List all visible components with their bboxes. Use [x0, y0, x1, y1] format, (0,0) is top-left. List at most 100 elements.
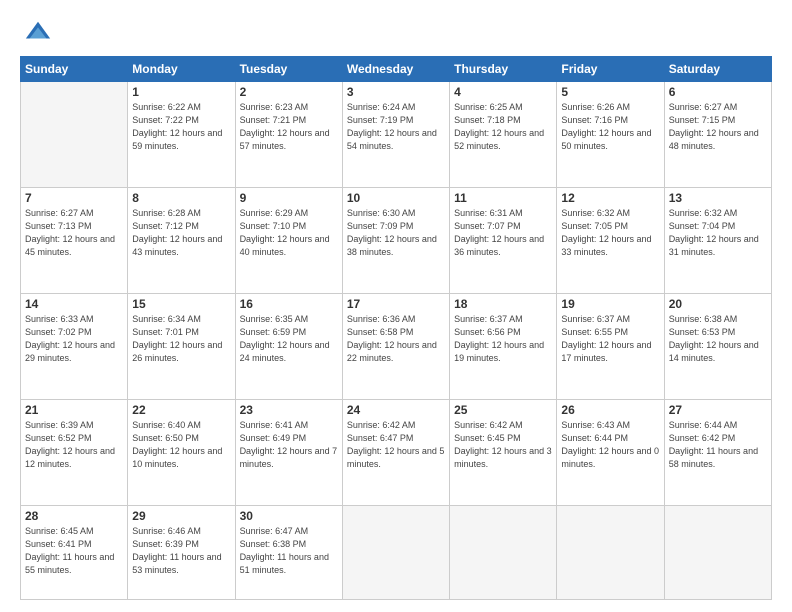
day-header-thursday: Thursday	[450, 57, 557, 82]
logo-icon	[24, 18, 52, 46]
day-number: 10	[347, 191, 445, 205]
calendar-cell: 12 Sunrise: 6:32 AM Sunset: 7:05 PM Dayli…	[557, 188, 664, 294]
day-number: 15	[132, 297, 230, 311]
day-number: 27	[669, 403, 767, 417]
day-number: 22	[132, 403, 230, 417]
day-info: Sunrise: 6:40 AM Sunset: 6:50 PM Dayligh…	[132, 419, 230, 471]
calendar-cell: 9 Sunrise: 6:29 AM Sunset: 7:10 PM Daylig…	[235, 188, 342, 294]
day-info: Sunrise: 6:45 AM Sunset: 6:41 PM Dayligh…	[25, 525, 123, 577]
day-number: 13	[669, 191, 767, 205]
calendar-cell: 10 Sunrise: 6:30 AM Sunset: 7:09 PM Dayli…	[342, 188, 449, 294]
day-header-monday: Monday	[128, 57, 235, 82]
calendar-cell: 26 Sunrise: 6:43 AM Sunset: 6:44 PM Dayli…	[557, 400, 664, 506]
day-info: Sunrise: 6:47 AM Sunset: 6:38 PM Dayligh…	[240, 525, 338, 577]
day-header-saturday: Saturday	[664, 57, 771, 82]
day-info: Sunrise: 6:36 AM Sunset: 6:58 PM Dayligh…	[347, 313, 445, 365]
day-number: 7	[25, 191, 123, 205]
day-number: 28	[25, 509, 123, 523]
day-number: 30	[240, 509, 338, 523]
day-info: Sunrise: 6:23 AM Sunset: 7:21 PM Dayligh…	[240, 101, 338, 153]
day-info: Sunrise: 6:42 AM Sunset: 6:45 PM Dayligh…	[454, 419, 552, 471]
calendar-cell	[450, 506, 557, 600]
day-number: 6	[669, 85, 767, 99]
day-number: 5	[561, 85, 659, 99]
calendar-cell: 19Sunrise: 6:37 AM Sunset: 6:55 PM Dayli…	[557, 294, 664, 400]
day-info: Sunrise: 6:38 AM Sunset: 6:53 PM Dayligh…	[669, 313, 767, 365]
day-info: Sunrise: 6:43 AM Sunset: 6:44 PM Dayligh…	[561, 419, 659, 471]
day-info: Sunrise: 6:28 AM Sunset: 7:12 PM Dayligh…	[132, 207, 230, 259]
day-number: 16	[240, 297, 338, 311]
day-info: Sunrise: 6:46 AM Sunset: 6:39 PM Dayligh…	[132, 525, 230, 577]
calendar-cell: 8 Sunrise: 6:28 AM Sunset: 7:12 PM Daylig…	[128, 188, 235, 294]
day-header-sunday: Sunday	[21, 57, 128, 82]
calendar-cell: 13 Sunrise: 6:32 AM Sunset: 7:04 PM Dayli…	[664, 188, 771, 294]
day-info: Sunrise: 6:32 AM Sunset: 7:05 PM Dayligh…	[561, 207, 659, 259]
day-number: 29	[132, 509, 230, 523]
day-info: Sunrise: 6:24 AM Sunset: 7:19 PM Dayligh…	[347, 101, 445, 153]
day-number: 3	[347, 85, 445, 99]
page: SundayMondayTuesdayWednesdayThursdayFrid…	[0, 0, 792, 612]
day-number: 12	[561, 191, 659, 205]
calendar-cell: 16 Sunrise: 6:35 AM Sunset: 6:59 PM Dayli…	[235, 294, 342, 400]
day-number: 26	[561, 403, 659, 417]
calendar-cell: 14 Sunrise: 6:33 AM Sunset: 7:02 PM Dayli…	[21, 294, 128, 400]
calendar-cell: 2 Sunrise: 6:23 AM Sunset: 7:21 PM Daylig…	[235, 82, 342, 188]
day-number: 19	[561, 297, 659, 311]
day-number: 23	[240, 403, 338, 417]
calendar-cell: 24 Sunrise: 6:42 AM Sunset: 6:47 PM Dayli…	[342, 400, 449, 506]
day-info: Sunrise: 6:44 AM Sunset: 6:42 PM Dayligh…	[669, 419, 767, 471]
calendar-cell: 30 Sunrise: 6:47 AM Sunset: 6:38 PM Dayli…	[235, 506, 342, 600]
day-info: Sunrise: 6:26 AM Sunset: 7:16 PM Dayligh…	[561, 101, 659, 153]
day-info: Sunrise: 6:33 AM Sunset: 7:02 PM Dayligh…	[25, 313, 123, 365]
calendar-cell	[21, 82, 128, 188]
day-info: Sunrise: 6:31 AM Sunset: 7:07 PM Dayligh…	[454, 207, 552, 259]
calendar-cell: 28 Sunrise: 6:45 AM Sunset: 6:41 PM Dayli…	[21, 506, 128, 600]
calendar-cell: 15 Sunrise: 6:34 AM Sunset: 7:01 PM Dayli…	[128, 294, 235, 400]
calendar-cell: 4 Sunrise: 6:25 AM Sunset: 7:18 PM Daylig…	[450, 82, 557, 188]
day-number: 9	[240, 191, 338, 205]
logo	[20, 18, 52, 46]
day-info: Sunrise: 6:25 AM Sunset: 7:18 PM Dayligh…	[454, 101, 552, 153]
calendar-cell	[342, 506, 449, 600]
day-number: 14	[25, 297, 123, 311]
day-info: Sunrise: 6:42 AM Sunset: 6:47 PM Dayligh…	[347, 419, 445, 471]
day-info: Sunrise: 6:27 AM Sunset: 7:15 PM Dayligh…	[669, 101, 767, 153]
day-number: 18	[454, 297, 552, 311]
day-info: Sunrise: 6:30 AM Sunset: 7:09 PM Dayligh…	[347, 207, 445, 259]
calendar-cell: 5 Sunrise: 6:26 AM Sunset: 7:16 PM Daylig…	[557, 82, 664, 188]
day-info: Sunrise: 6:29 AM Sunset: 7:10 PM Dayligh…	[240, 207, 338, 259]
day-number: 4	[454, 85, 552, 99]
calendar-cell: 7 Sunrise: 6:27 AM Sunset: 7:13 PM Daylig…	[21, 188, 128, 294]
day-number: 2	[240, 85, 338, 99]
calendar-cell: 20Sunrise: 6:38 AM Sunset: 6:53 PM Dayli…	[664, 294, 771, 400]
day-number: 17	[347, 297, 445, 311]
day-number: 8	[132, 191, 230, 205]
calendar-cell: 29 Sunrise: 6:46 AM Sunset: 6:39 PM Dayli…	[128, 506, 235, 600]
calendar-cell	[557, 506, 664, 600]
calendar-cell: 6 Sunrise: 6:27 AM Sunset: 7:15 PM Daylig…	[664, 82, 771, 188]
calendar-cell: 17 Sunrise: 6:36 AM Sunset: 6:58 PM Dayli…	[342, 294, 449, 400]
day-number: 21	[25, 403, 123, 417]
day-header-wednesday: Wednesday	[342, 57, 449, 82]
day-info: Sunrise: 6:32 AM Sunset: 7:04 PM Dayligh…	[669, 207, 767, 259]
calendar-cell: 3 Sunrise: 6:24 AM Sunset: 7:19 PM Daylig…	[342, 82, 449, 188]
day-header-friday: Friday	[557, 57, 664, 82]
day-number: 25	[454, 403, 552, 417]
day-info: Sunrise: 6:27 AM Sunset: 7:13 PM Dayligh…	[25, 207, 123, 259]
calendar-cell: 21 Sunrise: 6:39 AM Sunset: 6:52 PM Dayli…	[21, 400, 128, 506]
calendar-cell: 23 Sunrise: 6:41 AM Sunset: 6:49 PM Dayli…	[235, 400, 342, 506]
calendar: SundayMondayTuesdayWednesdayThursdayFrid…	[20, 56, 772, 600]
calendar-cell: 11 Sunrise: 6:31 AM Sunset: 7:07 PM Dayli…	[450, 188, 557, 294]
day-number: 11	[454, 191, 552, 205]
calendar-cell: 18Sunrise: 6:37 AM Sunset: 6:56 PM Dayli…	[450, 294, 557, 400]
calendar-cell: 22 Sunrise: 6:40 AM Sunset: 6:50 PM Dayli…	[128, 400, 235, 506]
day-info: Sunrise: 6:34 AM Sunset: 7:01 PM Dayligh…	[132, 313, 230, 365]
day-info: Sunrise: 6:41 AM Sunset: 6:49 PM Dayligh…	[240, 419, 338, 471]
day-number: 24	[347, 403, 445, 417]
day-info: Sunrise: 6:39 AM Sunset: 6:52 PM Dayligh…	[25, 419, 123, 471]
day-info: Sunrise: 6:35 AM Sunset: 6:59 PM Dayligh…	[240, 313, 338, 365]
calendar-cell: 27 Sunrise: 6:44 AM Sunset: 6:42 PM Dayli…	[664, 400, 771, 506]
calendar-cell: 1Sunrise: 6:22 AM Sunset: 7:22 PM Daylig…	[128, 82, 235, 188]
calendar-cell	[664, 506, 771, 600]
day-info: Sunrise: 6:22 AM Sunset: 7:22 PM Dayligh…	[132, 101, 230, 153]
